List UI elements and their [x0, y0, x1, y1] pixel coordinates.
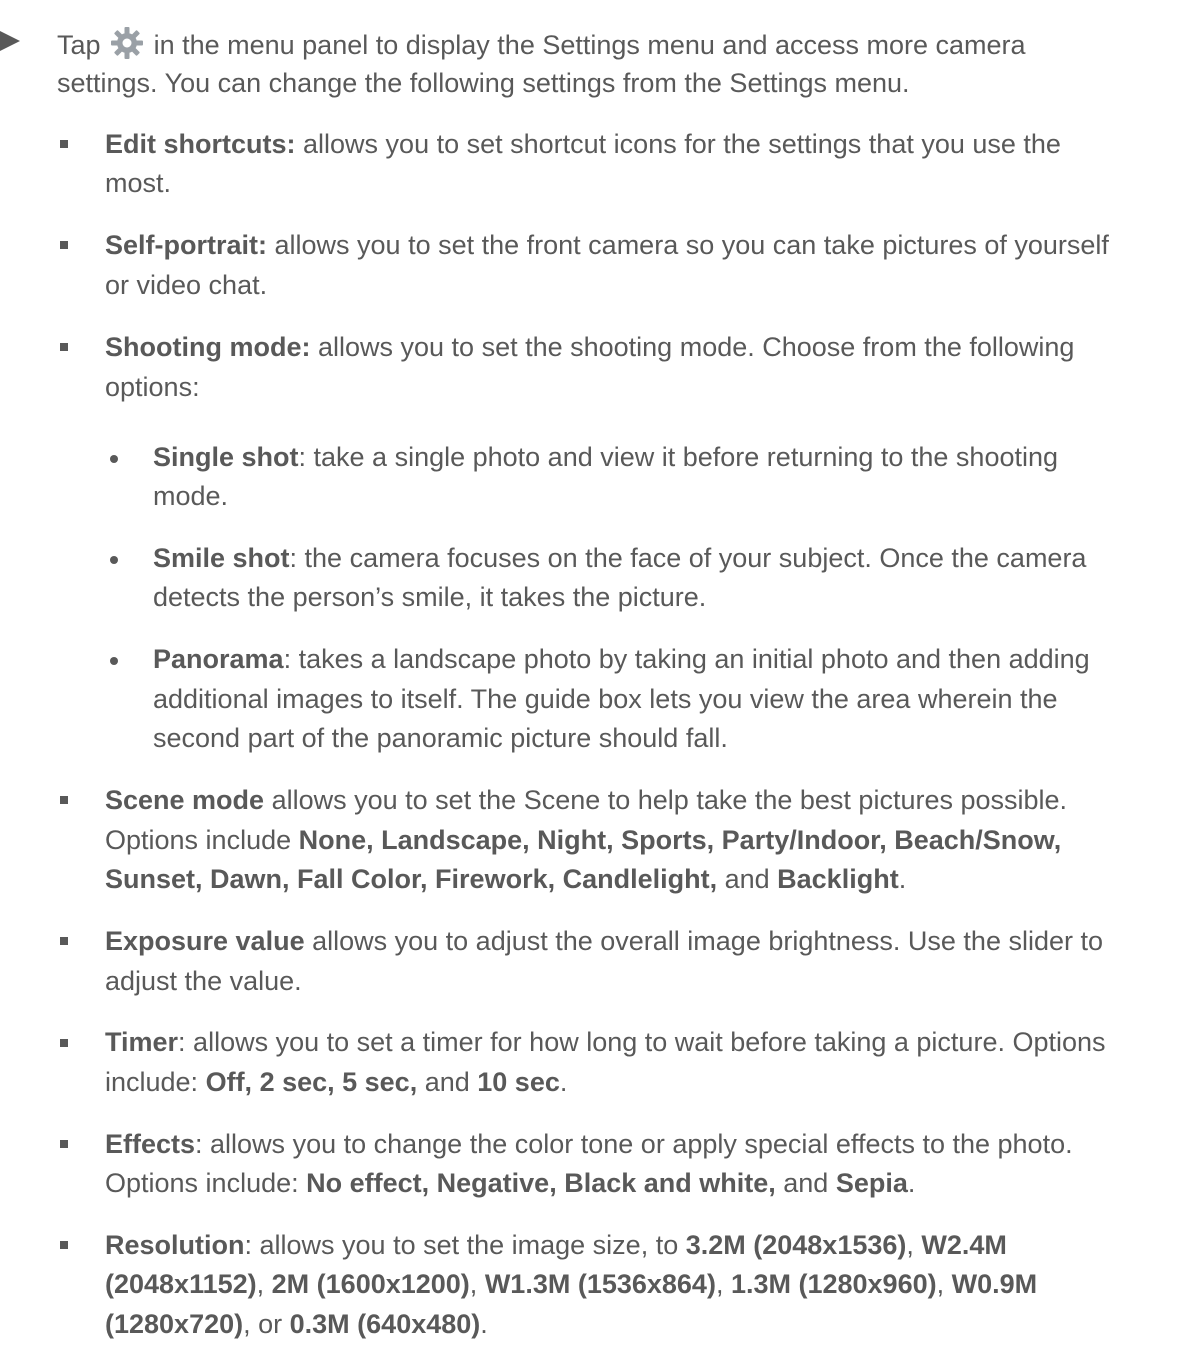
square-bullet-icon [60, 140, 68, 148]
edit-shortcuts-term: Edit shortcuts: [105, 129, 296, 159]
scene-mode-and: and [717, 864, 778, 894]
resolution-comma: , [469, 1269, 485, 1299]
smile-shot-line-1: Smile shot: the camera focuses on the fa… [153, 542, 1086, 574]
timer-text: : allows you to set a timer for how long… [178, 1027, 1106, 1057]
shooting-mode-term: Shooting mode: [105, 332, 311, 362]
resolution-option-2b: (2048x1152) [105, 1269, 257, 1299]
edit-shortcuts-line-1: Edit shortcuts: allows you to set shortc… [105, 128, 1061, 160]
timer-period: . [559, 1067, 568, 1097]
scene-mode-line-1: Scene mode allows you to set the Scene t… [105, 784, 1067, 816]
intro-line-2: settings. You can change the following s… [57, 68, 910, 98]
effects-line-2: Options include: No effect, Negative, Bl… [105, 1167, 915, 1199]
timer-options-2: 10 sec [477, 1067, 560, 1097]
intro-line-1: Tap in the menu panel to display the Set… [57, 26, 1026, 61]
resolution-option-6b: (1280x720) [105, 1309, 244, 1339]
timer-term: Timer [105, 1027, 179, 1057]
timer-line-1: Timer: allows you to set a timer for how… [105, 1026, 1106, 1058]
resolution-option-1: 3.2M (2048x1536) [685, 1230, 907, 1260]
exposure-line-1: Exposure value allows you to adjust the … [105, 925, 1103, 957]
self-portrait-text: allows you to set the front camera so yo… [274, 230, 1109, 260]
square-bullet-icon [60, 1140, 68, 1148]
round-bullet-icon [110, 556, 118, 564]
intro-text-pre: Tap [57, 30, 101, 60]
resolution-comma: , [256, 1269, 272, 1299]
square-bullet-icon [60, 343, 68, 351]
shooting-mode-text: allows you to set the shooting mode. Cho… [317, 332, 1075, 362]
scene-mode-options-1: None, Landscape, Night, Sports, Party/In… [298, 825, 1062, 855]
effects-period: . [907, 1168, 916, 1198]
scene-mode-options-2: Sunset, Dawn, Fall Color, Firework, Cand… [105, 864, 718, 894]
single-shot-line-1: Single shot: take a single photo and vie… [153, 441, 1058, 473]
panorama-line-1: Panorama: takes a landscape photo by tak… [153, 643, 1090, 675]
round-bullet-icon [110, 657, 118, 665]
resolution-comma: , [906, 1230, 922, 1260]
square-bullet-icon [60, 1039, 68, 1047]
panorama-line-2: additional images to itself. The guide b… [153, 684, 1058, 714]
scene-mode-text: allows you to set the Scene to help take… [264, 785, 1068, 815]
smile-shot-line-2: detects the person’s smile, it takes the… [153, 582, 707, 612]
resolution-line-2: (2048x1152), 2M (1600x1200), W1.3M (1536… [105, 1268, 1037, 1300]
smile-shot-term: Smile shot [153, 543, 290, 573]
resolution-text: : allows you to set the image size, to [244, 1230, 686, 1260]
exposure-term: Exposure value [105, 926, 305, 956]
scene-mode-term: Scene mode [105, 785, 265, 815]
resolution-term: Resolution [105, 1230, 245, 1260]
resolution-option-5: 1.3M (1280x960) [730, 1269, 937, 1299]
exposure-text: allows you to adjust the overall image b… [304, 926, 1104, 956]
effects-text: : allows you to change the color tone or… [195, 1129, 1073, 1159]
resolution-comma: , [936, 1269, 952, 1299]
intro-text-post: in the menu panel to display the Setting… [153, 30, 1026, 60]
panorama-text: : takes a landscape photo by taking an i… [283, 644, 1090, 674]
effects-options-1: No effect, Negative, Black and white, [306, 1168, 776, 1198]
resolution-comma: , [715, 1269, 731, 1299]
smile-shot-text: : the camera focuses on the face of your… [289, 543, 1087, 573]
resolution-line-1: Resolution: allows you to set the image … [105, 1229, 1007, 1261]
effects-options-2: Sepia [835, 1168, 908, 1198]
resolution-period: . [480, 1309, 488, 1339]
resolution-or: , or [243, 1309, 290, 1339]
resolution-option-3: 2M (1600x1200) [271, 1269, 470, 1299]
effects-line-1: Effects: allows you to change the color … [105, 1128, 1073, 1160]
timer-and: and [417, 1067, 478, 1097]
round-bullet-icon [110, 455, 118, 463]
edit-shortcuts-text: allows you to set shortcut icons for the… [303, 129, 1061, 159]
shooting-mode-line-1: Shooting mode: allows you to set the sho… [105, 331, 1074, 363]
self-portrait-line-1: Self-portrait: allows you to set the fro… [105, 229, 1109, 261]
resolution-line-3: (1280x720), or 0.3M (640x480). [105, 1308, 488, 1340]
arrow-bullet-icon [0, 31, 20, 51]
panorama-line-3: second part of the panoramic picture sho… [153, 723, 728, 753]
scene-mode-line-2: Options include None, Landscape, Night, … [105, 824, 1061, 856]
shooting-mode-line-2: options: [105, 372, 200, 402]
self-portrait-line-2: or video chat. [105, 270, 268, 300]
edit-shortcuts-line-2: most. [105, 168, 172, 198]
single-shot-text: : take a single photo and view it before… [298, 442, 1059, 472]
scene-mode-period: . [898, 864, 907, 894]
resolution-option-2a: W2.4M [921, 1230, 1007, 1260]
timer-options-label: include: [105, 1067, 206, 1097]
scene-mode-options-label: Options include [105, 825, 299, 855]
effects-options-label: Options include: [105, 1168, 307, 1198]
square-bullet-icon [60, 937, 68, 945]
resolution-option-4: W1.3M (1536x864) [484, 1269, 716, 1299]
single-shot-term: Single shot [153, 442, 299, 472]
square-bullet-icon [60, 241, 68, 249]
resolution-option-6a: W0.9M [951, 1269, 1038, 1299]
scene-mode-options-3: Backlight [777, 864, 899, 894]
timer-options-1: Off, 2 sec, 5 sec, [205, 1067, 418, 1097]
timer-line-2: include: Off, 2 sec, 5 sec, and 10 sec. [105, 1066, 567, 1098]
scene-mode-line-3: Sunset, Dawn, Fall Color, Firework, Cand… [105, 863, 906, 895]
panorama-term: Panorama [153, 644, 284, 674]
resolution-option-7: 0.3M (640x480) [289, 1309, 481, 1339]
self-portrait-term: Self-portrait: [105, 230, 267, 260]
exposure-line-2: adjust the value. [105, 966, 302, 996]
gear-icon [111, 27, 144, 59]
effects-and: and [775, 1168, 836, 1198]
effects-term: Effects [105, 1129, 196, 1159]
square-bullet-icon [60, 1241, 68, 1249]
square-bullet-icon [60, 796, 68, 804]
single-shot-line-2: mode. [153, 481, 229, 511]
